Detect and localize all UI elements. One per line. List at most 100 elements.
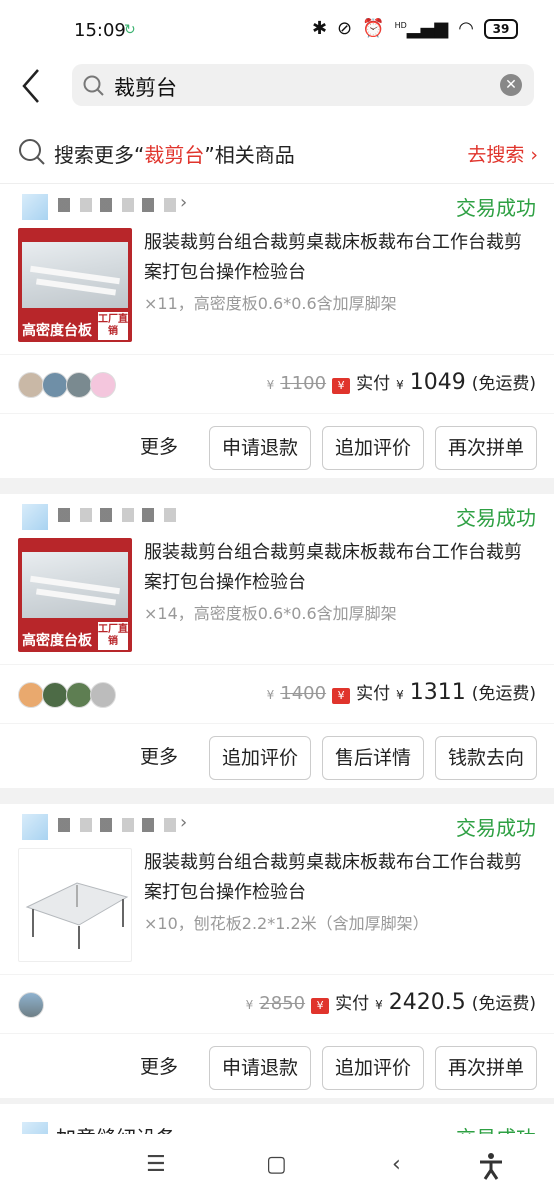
- sync-icon: ↻: [124, 22, 136, 38]
- status-time: 15:09: [74, 20, 126, 41]
- add-review-button[interactable]: 追加评价: [322, 1046, 424, 1090]
- product-thumbnail[interactable]: 高密度台板 工厂直销: [18, 538, 132, 652]
- yen-icon: ¥: [311, 998, 330, 1014]
- search-more-row[interactable]: 搜索更多“裁剪台”相关商品 去搜索 ›: [0, 124, 554, 184]
- avatar: [42, 682, 68, 708]
- more-button[interactable]: 更多: [140, 1052, 178, 1079]
- more-button[interactable]: 更多: [140, 432, 178, 459]
- shipping-note: (免运费): [471, 994, 536, 1014]
- accessibility-icon[interactable]: [478, 1152, 504, 1186]
- original-price: 1100: [280, 373, 327, 394]
- clear-icon[interactable]: ✕: [500, 74, 522, 96]
- reorder-button[interactable]: 再次拼单: [435, 426, 537, 470]
- search-input[interactable]: 裁剪台 ✕: [72, 64, 534, 106]
- yen-icon: ¥: [332, 378, 351, 394]
- product-title[interactable]: 服装裁剪台组合裁剪桌裁床板裁布台工作台裁剪案打包台操作检验台: [144, 538, 536, 598]
- product-title[interactable]: 服装裁剪台组合裁剪桌裁床板裁布台工作台裁剪案打包台操作检验台: [144, 228, 536, 288]
- chevron-right-icon: ›: [180, 192, 188, 213]
- avatar: [42, 372, 68, 398]
- product-spec: ×10，刨花板2.2*1.2米（含加厚脚架）: [144, 914, 429, 933]
- action-row: 更多 追加评价 售后详情 钱款去向: [0, 726, 554, 788]
- add-review-button[interactable]: 追加评价: [322, 426, 424, 470]
- group-avatars: [18, 682, 116, 708]
- mute-icon: ⊘: [337, 18, 353, 39]
- refund-button[interactable]: 申请退款: [209, 1046, 311, 1090]
- avatar: [66, 682, 92, 708]
- back-icon[interactable]: ‹: [392, 1152, 401, 1177]
- paid-label: 实付: [356, 684, 391, 704]
- avatar: [18, 682, 44, 708]
- search-icon: [18, 138, 46, 170]
- shop-logo: [22, 814, 48, 840]
- avatar: [18, 992, 44, 1018]
- table-illustration: [25, 882, 129, 949]
- menu-icon[interactable]: ☰: [146, 1152, 166, 1177]
- reorder-button[interactable]: 再次拼单: [435, 1046, 537, 1090]
- shop-name-blurred: [58, 818, 178, 832]
- refund-button[interactable]: 申请退款: [209, 426, 311, 470]
- action-row: 更多 申请退款 追加评价 再次拼单: [0, 416, 554, 478]
- avatar: [90, 372, 116, 398]
- more-button[interactable]: 更多: [140, 742, 178, 769]
- product-photo: [22, 552, 128, 618]
- thumbnail-badge: 工厂直销: [98, 312, 128, 340]
- product-photo: [22, 242, 128, 308]
- search-more-keyword: 裁剪台: [144, 143, 205, 167]
- chevron-right-icon: ›: [180, 812, 188, 833]
- shop-row[interactable]: › 交易成功: [0, 804, 554, 846]
- battery-icon: 39: [484, 18, 518, 39]
- thumbnail-caption: 高密度台板: [22, 633, 92, 649]
- price-row: ¥1100 ¥ 实付 ¥1049 (免运费): [0, 354, 554, 414]
- order-card: › 交易成功 服装裁剪台组合裁剪桌裁床板裁布台工作台裁剪案打包台操作检验台 ×1…: [0, 804, 554, 1098]
- product-thumbnail[interactable]: [18, 848, 132, 962]
- price-info: ¥1100 ¥ 实付 ¥1049 (免运费): [266, 370, 536, 395]
- order-status: 交易成功: [456, 196, 536, 220]
- back-chevron-icon[interactable]: [18, 66, 46, 106]
- search-query: 裁剪台: [114, 76, 177, 100]
- avatar: [18, 372, 44, 398]
- order-card: › 交易成功 高密度台板 工厂直销 服装裁剪台组合裁剪桌裁床板裁布台工作台裁剪案…: [0, 184, 554, 478]
- shop-name-blurred: [58, 198, 178, 212]
- system-nav-bar: ☰ ▢ ‹: [0, 1134, 554, 1200]
- avatar: [90, 682, 116, 708]
- thumbnail-badge: 工厂直销: [98, 622, 128, 650]
- signal-icon: HD▂▄▆: [394, 18, 449, 39]
- paid-amount: 2420.5: [388, 990, 466, 1015]
- group-avatars: [18, 372, 116, 398]
- group-avatars: [18, 992, 44, 1018]
- money-flow-button[interactable]: 钱款去向: [435, 736, 537, 780]
- paid-label: 实付: [356, 374, 391, 394]
- action-row: 更多 申请退款 追加评价 再次拼单: [0, 1036, 554, 1098]
- shop-name-blurred: [58, 508, 178, 522]
- product-thumbnail[interactable]: 高密度台板 工厂直销: [18, 228, 132, 342]
- shop-logo: [22, 194, 48, 220]
- bluetooth-icon: ✱: [311, 18, 328, 39]
- price-row: ¥2850 ¥ 实付 ¥2420.5 (免运费): [0, 974, 554, 1034]
- go-search-link[interactable]: 去搜索 ›: [467, 140, 538, 167]
- yen-icon: ¥: [332, 688, 351, 704]
- shipping-note: (免运费): [471, 684, 536, 704]
- price-info: ¥2850 ¥ 实付 ¥2420.5 (免运费): [245, 990, 536, 1015]
- avatar: [66, 372, 92, 398]
- home-square-icon[interactable]: ▢: [266, 1152, 287, 1177]
- original-price: 1400: [280, 683, 327, 704]
- alarm-icon: ⏰: [362, 18, 385, 39]
- order-status: 交易成功: [456, 816, 536, 840]
- product-title[interactable]: 服装裁剪台组合裁剪桌裁床板裁布台工作台裁剪案打包台操作检验台: [144, 848, 536, 908]
- shop-row[interactable]: 交易成功: [0, 494, 554, 536]
- shipping-note: (免运费): [471, 374, 536, 394]
- paid-label: 实付: [335, 994, 370, 1014]
- search-more-text: 搜索更多“裁剪台”相关商品: [54, 143, 295, 167]
- paid-amount: 1049: [409, 370, 466, 395]
- status-bar: 15:09 ↻ ✱ ⊘ ⏰ HD▂▄▆ ◠ 39: [0, 0, 554, 64]
- thumbnail-caption: 高密度台板: [22, 323, 92, 339]
- shop-row[interactable]: › 交易成功: [0, 184, 554, 226]
- original-price: 2850: [259, 993, 306, 1014]
- add-review-button[interactable]: 追加评价: [209, 736, 311, 780]
- order-status: 交易成功: [456, 506, 536, 530]
- shop-logo: [22, 504, 48, 530]
- status-icons: ✱ ⊘ ⏰ HD▂▄▆ ◠ 39: [312, 18, 518, 39]
- after-sales-button[interactable]: 售后详情: [322, 736, 424, 780]
- product-spec: ×14，高密度板0.6*0.6含加厚脚架: [144, 604, 397, 623]
- order-card: 交易成功 高密度台板 工厂直销 服装裁剪台组合裁剪桌裁床板裁布台工作台裁剪案打包…: [0, 494, 554, 788]
